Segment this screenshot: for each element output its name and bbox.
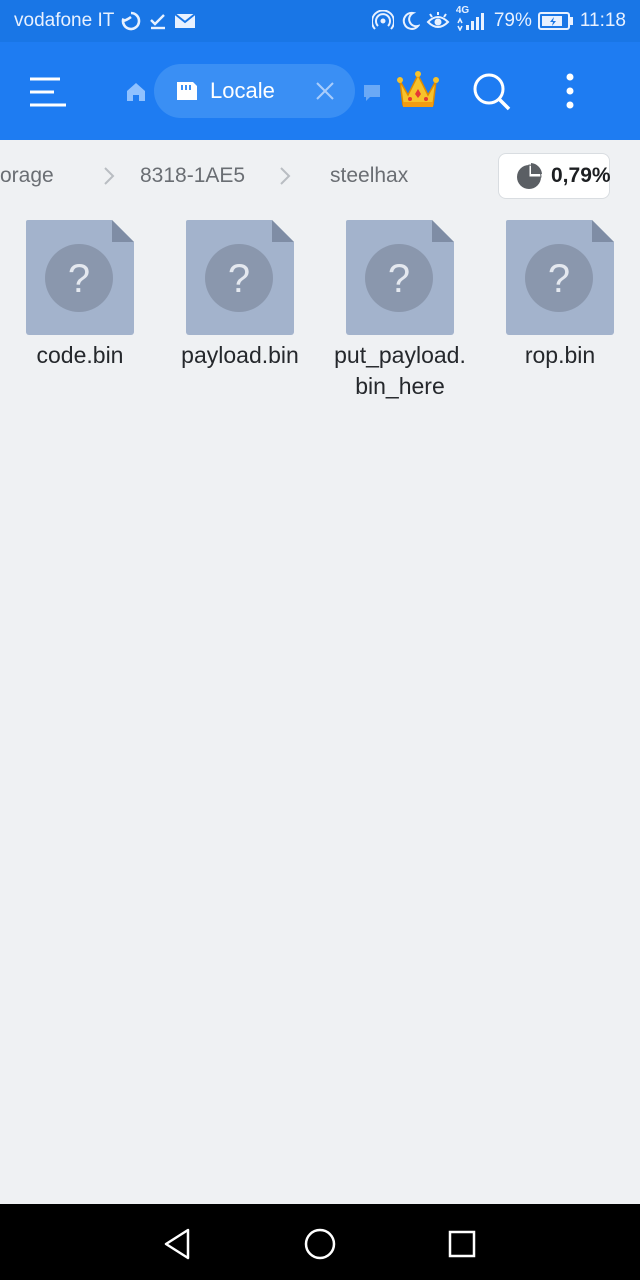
- svg-text:?: ?: [388, 257, 410, 301]
- back-triangle-icon[interactable]: [160, 1226, 196, 1262]
- file-item[interactable]: ? payload.bin: [160, 220, 320, 371]
- status-left: vodafone IT: [14, 10, 196, 32]
- network-type-label: 4G: [455, 5, 470, 16]
- signal-icon: 4G: [456, 5, 488, 31]
- more-vertical-icon[interactable]: [558, 72, 582, 112]
- moon-icon: [400, 11, 420, 31]
- chevron-right-icon: [278, 165, 292, 187]
- svg-text:?: ?: [68, 257, 90, 301]
- storage-usage-button[interactable]: 0,79%: [498, 153, 611, 199]
- svg-text:?: ?: [548, 257, 570, 301]
- eye-icon: [426, 11, 450, 31]
- battery-icon: [537, 12, 574, 30]
- unknown-file-icon: ?: [26, 220, 134, 336]
- download-done-icon: [148, 11, 168, 31]
- file-manager-screen: vodafone IT 4G 79% 11:18 Locale orage 83…: [0, 0, 640, 1280]
- storage-usage-percent: 0,79%: [551, 164, 611, 187]
- close-icon[interactable]: [313, 79, 337, 103]
- pie-chart-icon: [515, 162, 543, 190]
- data-saver-icon: [120, 10, 142, 32]
- breadcrumb: orage 8318-1AE5 steelhax 0,79%: [0, 140, 640, 212]
- file-name: code.bin: [36, 342, 124, 368]
- breadcrumb-item-steelhax[interactable]: steelhax: [330, 164, 408, 188]
- unknown-file-icon: ?: [186, 220, 294, 336]
- hamburger-menu-icon[interactable]: [28, 75, 70, 109]
- tab-locale-label: Locale: [210, 78, 275, 103]
- carrier-label: vodafone IT: [14, 10, 115, 31]
- mail-icon: [174, 13, 196, 29]
- unknown-file-icon: ?: [506, 220, 614, 336]
- recents-square-icon[interactable]: [444, 1226, 480, 1262]
- file-item[interactable]: ? put_payload.bin_here: [320, 220, 480, 402]
- file-name: rop.bin: [524, 342, 596, 368]
- crown-icon[interactable]: [395, 69, 441, 111]
- svg-text:?: ?: [228, 257, 250, 301]
- breadcrumb-item-sdcard[interactable]: 8318-1AE5: [140, 164, 245, 188]
- search-icon[interactable]: [472, 72, 512, 112]
- unknown-file-icon: ?: [346, 220, 454, 336]
- file-item[interactable]: ? code.bin: [0, 220, 160, 371]
- chevron-right-icon: [102, 165, 116, 187]
- sd-card-icon: [174, 78, 200, 104]
- file-item[interactable]: ? rop.bin: [480, 220, 640, 371]
- tab-locale[interactable]: Locale: [154, 64, 355, 118]
- breadcrumb-item-storage[interactable]: orage: [0, 164, 54, 188]
- home-icon[interactable]: [124, 80, 148, 104]
- home-circle-icon[interactable]: [302, 1226, 338, 1262]
- clock: 11:18: [579, 10, 626, 31]
- file-name: put_payload.bin_here: [334, 342, 466, 399]
- tab-icon[interactable]: [362, 84, 382, 102]
- app-toolbar: Locale: [0, 42, 640, 140]
- status-bar: vodafone IT 4G 79% 11:18: [0, 0, 640, 42]
- hotspot-icon: [371, 10, 394, 32]
- file-name: payload.bin: [181, 342, 299, 368]
- status-right: 4G 79% 11:18: [371, 5, 626, 32]
- system-nav-bar: [0, 1204, 640, 1280]
- battery-percent: 79%: [493, 10, 532, 31]
